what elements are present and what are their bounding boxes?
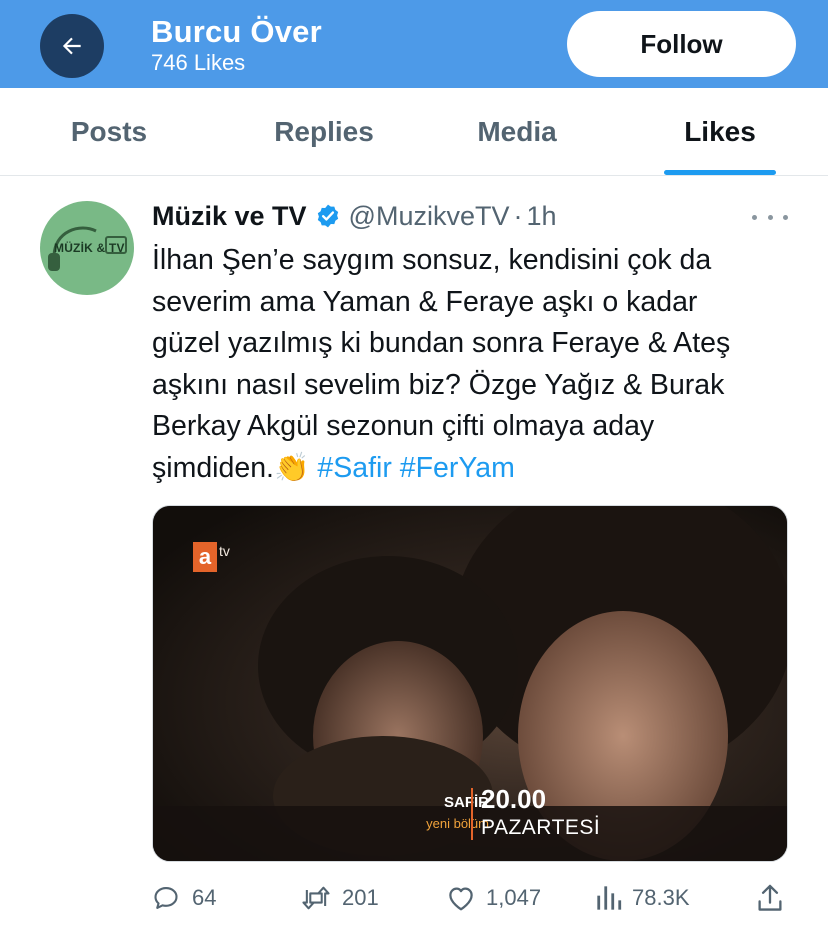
tweet-header: Müzik ve TV @MuzikveTV · 1h <box>152 199 557 233</box>
share-button[interactable] <box>756 880 784 916</box>
separator-dot: · <box>513 200 523 231</box>
tweet-text-line: güzel yazılmış ki bundan sonra Feraye & … <box>152 327 731 359</box>
tweet-text-line: severim ama Yaman & Feraye aşkı o kadar <box>152 285 698 318</box>
verified-badge-icon <box>315 203 341 229</box>
tweet-text-line: Berkay Akgül sezonun çifti olmaya aday <box>152 410 655 442</box>
retweet-icon <box>302 886 330 910</box>
retweet-count: 201 <box>342 885 379 910</box>
reply-icon <box>154 887 178 909</box>
bar-chart-icon <box>597 886 622 910</box>
retweet-button[interactable]: 201 <box>300 880 379 916</box>
profile-header: Burcu Över 746 Likes Follow <box>0 0 828 88</box>
hashtag-safir[interactable]: #Safir <box>317 452 391 484</box>
active-tab-indicator <box>664 170 776 175</box>
tweet-time[interactable]: 1h <box>526 201 556 232</box>
overlay-divider <box>471 788 473 840</box>
tab-media[interactable]: Media <box>450 88 584 176</box>
tweet-media-image[interactable]: a tv SAFİR yeni bölüm 20.00 PAZARTESİ <box>152 505 788 862</box>
tab-likes[interactable]: Likes <box>660 88 780 176</box>
like-count: 1,047 <box>486 885 542 910</box>
arrow-left-icon <box>62 37 81 55</box>
avatar[interactable]: MÜZİK & TV <box>40 201 134 295</box>
author-name[interactable]: Müzik ve TV <box>152 201 307 232</box>
tweet-text-line: İlhan Şen’e saygım sonsuz, kendisini çok… <box>152 244 712 276</box>
tab-posts[interactable]: Posts <box>40 88 178 176</box>
avatar-logo-text: MÜZİK & TV <box>54 241 125 255</box>
tab-replies[interactable]: Replies <box>248 88 400 176</box>
more-options-icon[interactable] <box>752 205 788 229</box>
tweet-text-end: şimdiden. <box>152 451 274 484</box>
profile-name: Burcu Över <box>151 14 322 49</box>
author-handle[interactable]: @MuzikveTV <box>349 201 510 232</box>
channel-logo: a <box>193 542 217 572</box>
channel-logo-suffix: tv <box>219 543 230 559</box>
views-button[interactable]: 78.3K <box>596 880 690 916</box>
tweet-text-line: aşkını nasıl sevelim biz? Özge Yağız & B… <box>152 368 725 401</box>
view-count: 78.3K <box>632 885 690 910</box>
likes-count: 746 Likes <box>151 50 246 75</box>
like-button[interactable]: 1,047 <box>446 880 541 916</box>
tweet-text: İlhan Şen’e saygım sonsuz, kendisini çok… <box>152 240 802 489</box>
reply-count: 64 <box>192 885 217 910</box>
follow-button[interactable]: Follow <box>567 11 796 77</box>
air-day: PAZARTESİ <box>481 816 601 839</box>
heart-icon <box>449 887 473 911</box>
profile-tabs: Posts Replies Media Likes <box>0 88 828 176</box>
reply-button[interactable]: 64 <box>152 880 216 916</box>
share-icon <box>758 884 782 911</box>
clapping-hands-emoji: 👏 <box>273 451 310 484</box>
back-button[interactable] <box>40 14 104 78</box>
tweet-text-line: şimdiden.👏 #Safir #FerYam <box>152 448 802 490</box>
show-name: SAFİR <box>444 794 489 811</box>
air-time: 20.00 <box>481 784 547 814</box>
episode-label: yeni bölüm <box>426 816 489 831</box>
hashtag-feryam[interactable]: #FerYam <box>400 452 515 484</box>
